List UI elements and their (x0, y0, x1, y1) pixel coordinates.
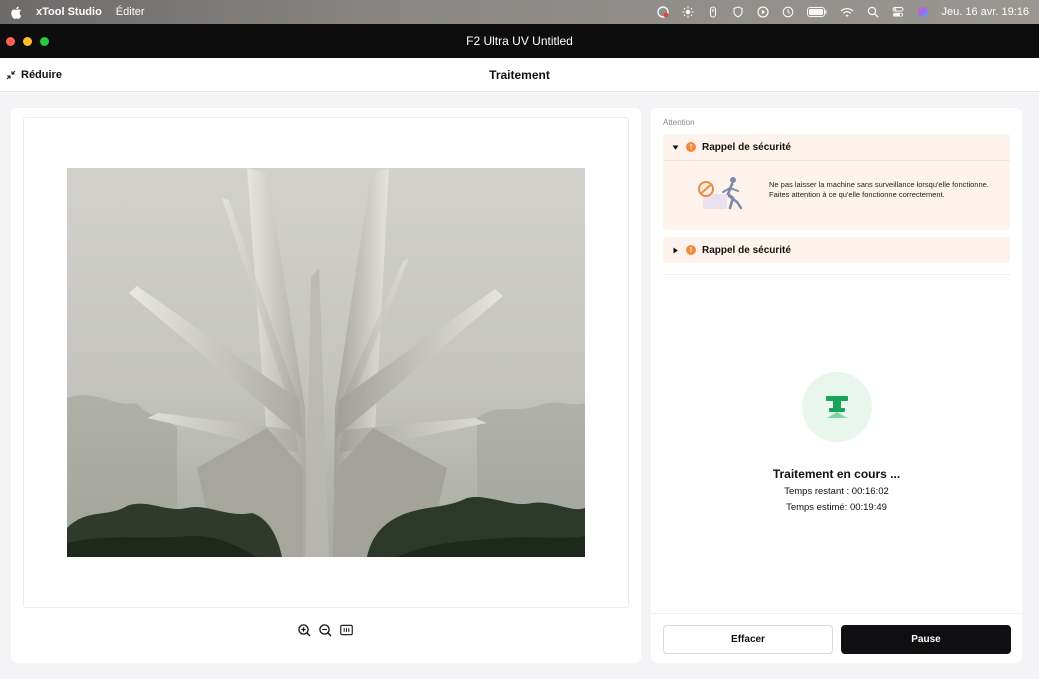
safety-reminder-accordion-2: ! Rappel de sécurité (663, 237, 1010, 263)
safety-reminder-accordion-1: ! Rappel de sécurité Ne pas laisser la m… (663, 134, 1010, 230)
spotlight-search-icon[interactable] (867, 6, 879, 18)
preview-panel (11, 108, 641, 663)
caret-right-icon (672, 247, 679, 254)
close-window-button[interactable] (6, 36, 15, 46)
system-menu-bar: xTool Studio Éditer Jeu. 16 avr. 19:16 (0, 0, 1039, 24)
caret-down-icon (672, 144, 679, 151)
page-title: Traitement (489, 67, 550, 82)
section-divider (663, 274, 1010, 275)
creative-cloud-icon[interactable] (656, 6, 669, 18)
processing-status-title: Traitement en cours ... (772, 467, 901, 481)
safety-reminder-title-1: Rappel de sécurité (702, 141, 791, 153)
zoom-window-button[interactable] (40, 36, 49, 46)
window-controls (0, 36, 49, 46)
footer-divider (651, 613, 1022, 614)
shield-outline-icon[interactable] (732, 6, 744, 18)
design-image (67, 168, 585, 557)
minimize-window-button[interactable] (23, 36, 32, 46)
menubar-app-name[interactable]: xTool Studio (36, 6, 102, 18)
zoom-toolbar (298, 624, 353, 637)
processing-status-badge (801, 372, 872, 442)
reduce-label: Réduire (21, 68, 62, 81)
menubar-status-area: Jeu. 16 avr. 19:16 (656, 6, 1029, 18)
apple-logo-icon[interactable] (10, 5, 22, 19)
warning-icon: ! (686, 142, 696, 152)
laser-head-icon (825, 396, 848, 418)
reduce-button[interactable]: Réduire (0, 69, 62, 81)
estimated-time: Temps estimé: 00:19:49 (786, 502, 887, 513)
control-center-icon[interactable] (892, 6, 904, 18)
zoom-in-icon[interactable] (298, 624, 311, 637)
safety-reminder-header-2[interactable]: ! Rappel de sécurité (663, 237, 1010, 263)
main-content: Attention ! Rappel de sécurité Ne pas la… (0, 92, 1039, 679)
processing-status: Traitement en cours ... Temps restant : … (651, 372, 1022, 513)
fit-to-view-icon[interactable] (340, 624, 353, 637)
collapse-arrows-icon (6, 70, 16, 79)
clear-button[interactable]: Effacer (663, 625, 833, 654)
preview-canvas[interactable] (23, 117, 629, 608)
brightness-icon[interactable] (682, 6, 694, 18)
monument-photo (67, 168, 585, 557)
play-circle-icon[interactable] (756, 6, 769, 18)
wifi-icon[interactable] (840, 6, 854, 18)
app-header: Réduire Traitement (0, 58, 1039, 92)
attention-label: Attention (663, 118, 695, 127)
processing-panel: Attention ! Rappel de sécurité Ne pas la… (651, 108, 1022, 663)
safety-reminder-body-1: Ne pas laisser la machine sans surveilla… (663, 161, 1010, 231)
window-title: F2 Ultra UV Untitled (466, 34, 573, 48)
window-title-bar: F2 Ultra UV Untitled (0, 24, 1039, 58)
time-machine-icon[interactable] (782, 6, 794, 18)
remaining-time: Temps restant : 00:16:02 (784, 486, 889, 497)
zoom-out-icon[interactable] (319, 624, 332, 637)
unattended-machine-illustration-icon (698, 177, 743, 210)
shield-icon[interactable] (707, 6, 719, 18)
menubar-clock[interactable]: Jeu. 16 avr. 19:16 (942, 6, 1029, 18)
safety-reminder-title-2: Rappel de sécurité (702, 244, 791, 256)
menubar-item-edit[interactable]: Éditer (116, 6, 145, 18)
warning-icon: ! (686, 245, 696, 255)
siri-icon[interactable] (917, 6, 929, 18)
battery-icon[interactable] (806, 6, 827, 18)
safety-reminder-message: Ne pas laisser la machine sans surveilla… (769, 180, 989, 199)
safety-reminder-header-1[interactable]: ! Rappel de sécurité (663, 134, 1010, 160)
pause-button[interactable]: Pause (841, 625, 1011, 654)
